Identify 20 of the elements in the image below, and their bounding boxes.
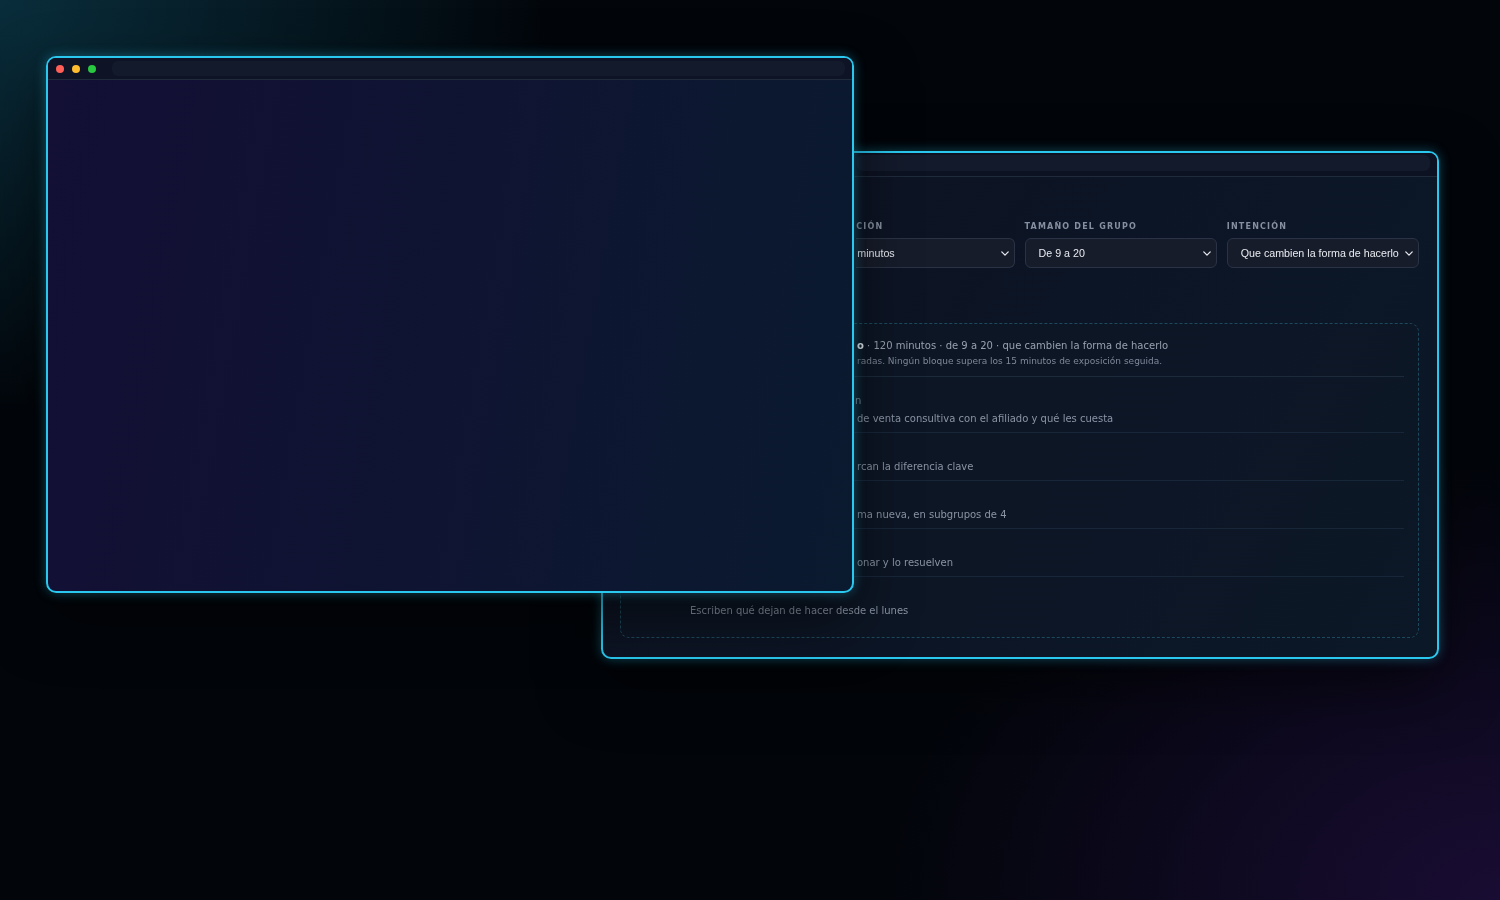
step-title: n (855, 394, 862, 408)
filter-label: INTENCIÓN (1226, 221, 1288, 232)
step-description: onar y lo resuelven (857, 556, 953, 570)
summary-text: o · 120 minutos · de 9 a 20 · que cambien la forma de hacerlo (857, 339, 1170, 353)
step-description: rcan la diferencia clave (857, 460, 974, 474)
maximize-button[interactable] (88, 64, 96, 73)
select-dropdown[interactable]: minutos (856, 238, 1015, 268)
filter-label: TAMAÑO DEL GRUPO (1024, 221, 1138, 232)
step-description: ma nueva, en subgrupos de 4 (857, 508, 1007, 522)
note-text: radas. Ningún bloque supera los 15 minutos de exposición seguida. (857, 355, 1164, 368)
chevron-down-icon (1405, 250, 1413, 256)
step-description: Escriben qué dejan de hacer desde el lunes (690, 604, 909, 618)
select-dropdown[interactable]: De 9 a 20 (1024, 238, 1217, 268)
select-dropdown[interactable]: Que cambien la forma de hacerlo (1226, 238, 1419, 268)
step-description: de venta consultiva con el afiliado y qué les cuesta (857, 412, 1114, 426)
minimize-button[interactable] (72, 64, 80, 73)
filter-label: CIÓN (856, 221, 884, 232)
close-button[interactable] (56, 64, 64, 73)
chevron-down-icon (1202, 250, 1211, 256)
chevron-down-icon (1000, 250, 1009, 256)
